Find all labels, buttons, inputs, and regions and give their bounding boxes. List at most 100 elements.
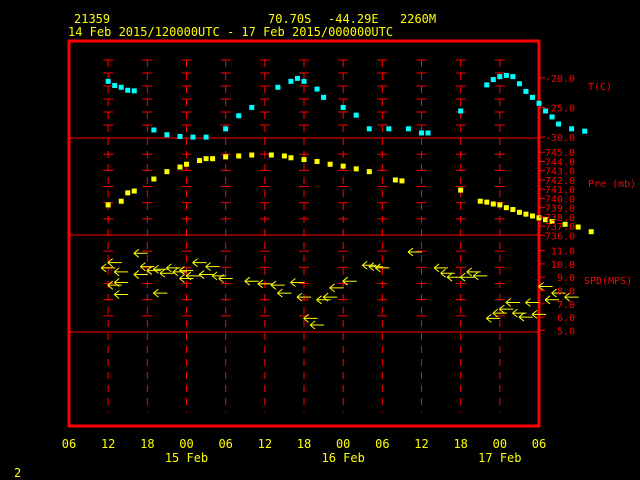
pressure-point	[177, 164, 183, 170]
temperature-point	[294, 75, 300, 81]
pressure-point	[484, 199, 490, 205]
temperature-point	[490, 77, 496, 83]
y-tick-label: -20.0	[545, 74, 575, 85]
y-tick-label: 10.0	[551, 260, 575, 271]
pressure-point	[529, 213, 535, 219]
temperature-point	[151, 127, 157, 133]
temperature-point	[419, 130, 424, 136]
pressure-point	[210, 156, 216, 162]
pressure-point	[203, 156, 209, 162]
temperature-point	[353, 112, 359, 118]
pressure-point	[399, 178, 405, 184]
x-tick-label: 18	[297, 437, 311, 451]
pressure-point	[392, 177, 398, 183]
pressure-point	[249, 152, 255, 158]
temperature-point	[249, 104, 255, 110]
temperature-point	[386, 126, 392, 132]
x-date-label: 16 Feb	[321, 451, 364, 465]
temperature-point	[314, 86, 320, 92]
x-tick-label: 00	[179, 437, 193, 451]
x-tick-label: 12	[258, 437, 272, 451]
temperature-point	[118, 84, 124, 90]
temperature-point	[503, 72, 509, 78]
temperature-point	[516, 81, 522, 87]
temperature-point	[321, 94, 327, 100]
pressure-point	[523, 211, 529, 217]
pressure-point	[314, 158, 320, 164]
y-tick-label: 8.0	[557, 287, 575, 298]
temperature-point	[177, 134, 183, 140]
pressure-point	[223, 154, 229, 160]
pressure-point	[536, 215, 542, 221]
y-tick-label: 9.0	[557, 273, 575, 284]
temperature-point	[190, 134, 196, 140]
temperature-point	[484, 82, 490, 88]
temperature-point	[523, 88, 529, 94]
temperature-point	[556, 121, 562, 127]
y-tick-label: 7.0	[557, 300, 575, 311]
temperature-point	[164, 132, 170, 138]
x-date-label: 17 Feb	[478, 451, 521, 465]
temperature-point	[536, 100, 542, 106]
pressure-point	[236, 153, 242, 159]
pressure-point	[588, 229, 594, 235]
y-tick-label: -30.0	[545, 133, 575, 144]
temperature-point	[340, 104, 346, 110]
panel-name-label: T(C)	[588, 82, 612, 93]
pressure-point	[125, 190, 131, 196]
temperature-point	[425, 130, 431, 136]
station-elevation: 2260M	[400, 12, 436, 26]
temperature-point	[582, 128, 588, 134]
pressure-point	[353, 166, 359, 172]
pressure-point	[497, 202, 503, 208]
temperature-point	[223, 126, 229, 132]
pressure-point	[197, 158, 203, 164]
temperature-point	[529, 94, 535, 100]
x-tick-label: 06	[218, 437, 232, 451]
pressure-point	[301, 157, 307, 163]
y-tick-label: -25.0	[545, 103, 575, 114]
pressure-point	[164, 169, 170, 175]
pressure-point	[131, 188, 137, 194]
temperature-point	[203, 134, 209, 140]
temperature-point	[275, 84, 281, 90]
pressure-point	[477, 198, 483, 204]
panel-name-label: Pre (mb)	[588, 179, 636, 190]
pressure-point	[105, 202, 111, 208]
pressure-point	[366, 169, 372, 175]
pressure-point	[503, 205, 509, 211]
temperature-point	[549, 114, 555, 120]
temperature-point	[510, 74, 516, 80]
pressure-point	[184, 161, 189, 167]
temperature-point	[405, 126, 411, 132]
x-tick-label: 18	[453, 437, 467, 451]
station-latitude: 70.70S	[268, 12, 311, 26]
temperature-point	[288, 78, 294, 84]
pressure-point	[327, 161, 333, 167]
pressure-point	[151, 176, 157, 182]
temperature-point	[131, 88, 137, 94]
pressure-point	[516, 209, 522, 215]
temperature-point	[301, 78, 307, 84]
pressure-point	[458, 187, 464, 193]
temperature-point	[236, 113, 242, 119]
pressure-point	[340, 163, 346, 169]
x-tick-label: 06	[532, 437, 546, 451]
temperature-point	[569, 126, 575, 132]
temperature-point	[366, 126, 372, 132]
temperature-point	[125, 87, 131, 93]
temperature-point	[458, 108, 464, 114]
temperature-point	[497, 74, 503, 80]
y-tick-label: 5.0	[557, 326, 575, 337]
pressure-point	[268, 152, 274, 158]
x-tick-label: 12	[101, 437, 115, 451]
pressure-point	[510, 207, 516, 213]
y-tick-label: 736.0	[545, 231, 575, 242]
temperature-point	[105, 78, 111, 84]
pressure-point	[288, 155, 294, 161]
station-longitude: -44.29E	[328, 12, 379, 26]
x-tick-label: 00	[493, 437, 507, 451]
x-tick-label: 18	[140, 437, 154, 451]
time-range: 14 Feb 2015/120000UTC - 17 Feb 2015/0000…	[68, 25, 393, 39]
x-tick-label: 06	[375, 437, 389, 451]
